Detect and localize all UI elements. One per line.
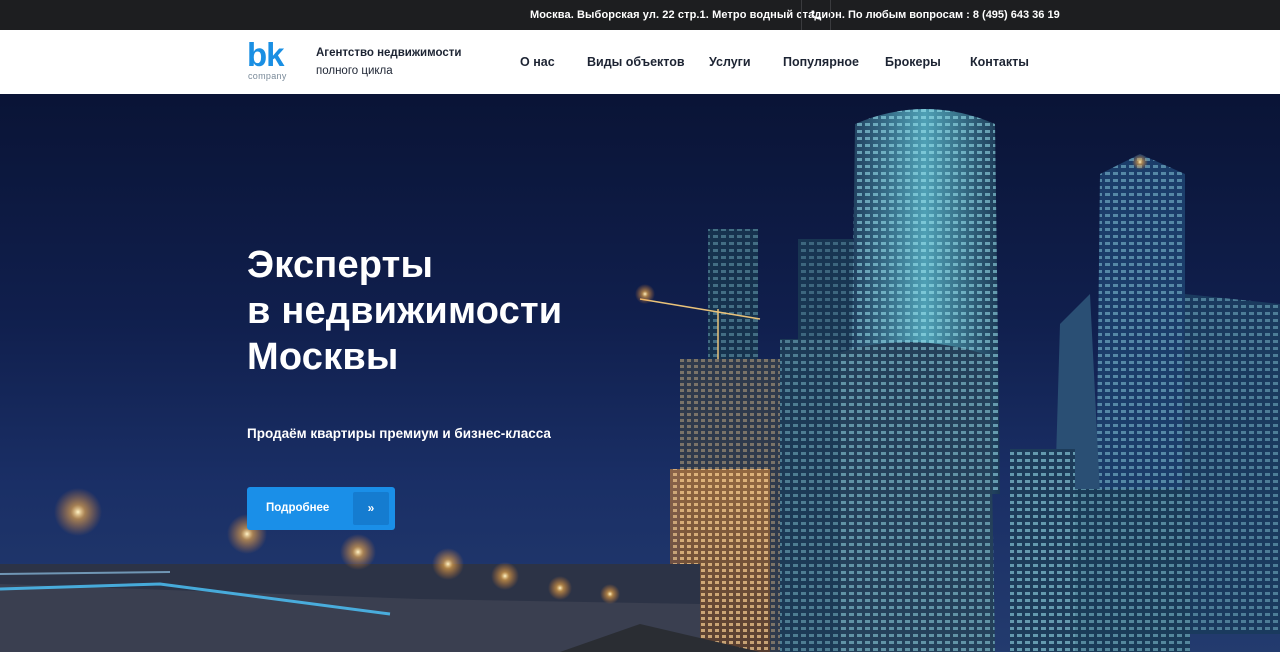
company-logo[interactable]: bk company xyxy=(247,36,297,84)
nav-item-services[interactable]: Услуги xyxy=(709,30,751,94)
hero-section: Эксперты в недвижимости Москвы Продаём к… xyxy=(0,94,1280,652)
company-tagline: Агентство недвижимости полного цикла xyxy=(316,46,461,79)
nav-item-popular[interactable]: Популярное xyxy=(783,30,859,94)
phone-number-text[interactable]: По любым вопросам : 8 (495) 643 36 19 xyxy=(848,0,1060,30)
hero-subtitle: Продаём квартиры премиум и бизнес-класса xyxy=(247,426,551,441)
city-skyline-image xyxy=(0,109,1280,652)
hero-title-line2: в недвижимости xyxy=(247,290,563,332)
address-text: Москва. Выборская ул. 22 стр.1. Метро во… xyxy=(530,9,846,21)
more-button[interactable]: Подробнее » xyxy=(247,487,395,530)
top-bar: Москва. Выборская ул. 22 стр.1. Метро во… xyxy=(0,0,1280,30)
double-chevron-right-icon: » xyxy=(353,492,389,525)
nav-item-about[interactable]: О нас xyxy=(520,30,555,94)
hero-title: Эксперты в недвижимости Москвы xyxy=(247,242,562,380)
more-button-label: Подробнее xyxy=(266,502,330,514)
site-header: bk company Агентство недвижимости полног… xyxy=(0,30,1280,94)
hero-title-line1: Эксперты xyxy=(247,244,434,286)
logo-mark: bk xyxy=(247,36,285,73)
logo-subtext: company xyxy=(248,71,287,81)
tagline-line1: Агентство недвижимости xyxy=(316,47,462,59)
tagline-line2: полного цикла xyxy=(316,65,393,77)
nav-item-property-types[interactable]: Виды объектов xyxy=(587,30,685,94)
nav-item-contacts[interactable]: Контакты xyxy=(970,30,1029,94)
nav-item-brokers[interactable]: Брокеры xyxy=(885,30,941,94)
hero-title-line3: Москвы xyxy=(247,336,399,378)
phone-icon[interactable] xyxy=(801,0,831,30)
